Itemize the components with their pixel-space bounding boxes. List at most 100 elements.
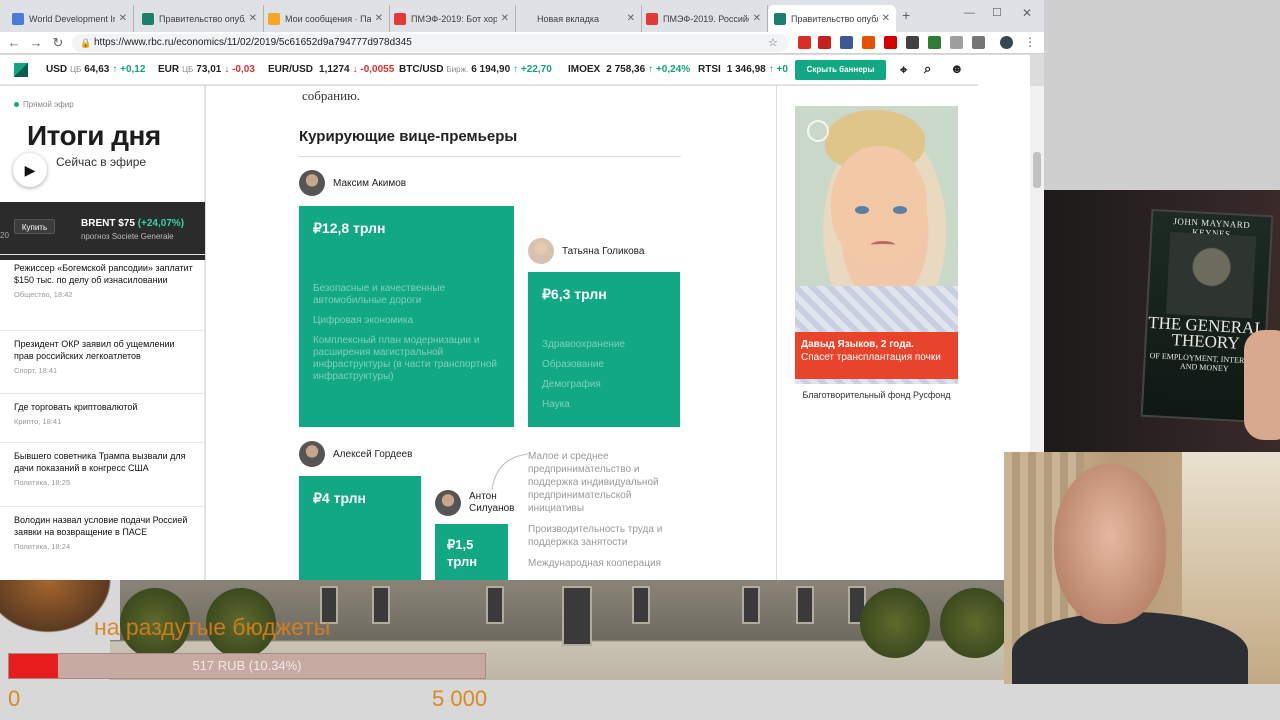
- project-item: Демография: [542, 379, 601, 390]
- browser-tab[interactable]: ПМЭФ-2019: Бот хорс ✕: [388, 5, 516, 32]
- ticker-change: ↓ -0,0055: [352, 64, 395, 75]
- brent-price: BRENT $75: [81, 218, 135, 229]
- tab-close-icon[interactable]: ✕: [753, 13, 761, 24]
- browser-tab[interactable]: Мои сообщения · Па ✕: [262, 5, 390, 32]
- browser-tab[interactable]: ПМЭФ-2019. Российс ✕: [640, 5, 768, 32]
- reload-icon[interactable]: ↻: [50, 35, 66, 51]
- new-tab-button[interactable]: +: [902, 7, 910, 23]
- user-icon[interactable]: ☻: [950, 61, 964, 76]
- door-shape: [562, 586, 592, 646]
- connector-line: [491, 453, 529, 491]
- url-input[interactable]: 🔒 https://www.rbc.ru/economics/11/02/201…: [72, 34, 788, 52]
- tab-close-icon[interactable]: ✕: [375, 13, 383, 24]
- tab-title: Правительство опубл: [159, 13, 245, 24]
- window-maximize-button[interactable]: ☐: [992, 6, 1002, 19]
- progress-max-label: 5 000: [432, 686, 488, 711]
- stream-caption: на раздутые бюджеты: [94, 614, 331, 640]
- extension-icon[interactable]: [798, 36, 811, 49]
- news-title: Бывшего советника Трампа вызвали для дач…: [14, 451, 186, 473]
- project-list: Безопасные и качественные автомобильные …: [313, 283, 500, 383]
- browser-tab[interactable]: Правительство опубл ✕: [136, 5, 264, 32]
- ad-caption[interactable]: Давыд Языков, 2 года. Спасет транспланта…: [795, 332, 958, 379]
- news-item[interactable]: Где торговать криптовалютой Крипто, 18:41: [14, 401, 194, 428]
- extension-icon[interactable]: [950, 36, 963, 49]
- news-item[interactable]: Володин назвал условие подачи Россией за…: [14, 514, 194, 553]
- tab-close-icon[interactable]: ✕: [882, 13, 890, 24]
- tab-close-icon[interactable]: ✕: [249, 13, 257, 24]
- tab-favicon-icon: [646, 12, 658, 25]
- hide-banners-button[interactable]: Скрыть баннеры: [795, 60, 886, 80]
- news-divider: [0, 330, 205, 331]
- ticker-item[interactable]: EUR/USD 1,1274 ↓ -0,0055: [268, 64, 397, 75]
- news-title: Где торговать криптовалютой: [14, 402, 138, 412]
- live-title[interactable]: Итоги дня: [27, 120, 161, 152]
- fund-logo-icon: [807, 120, 829, 142]
- ticker-item[interactable]: BTC/USD Бирж. 6 194,90 ↑ +22,70: [399, 64, 555, 75]
- window-minimize-button[interactable]: —: [964, 7, 975, 19]
- ticker-name: IMOEX: [568, 64, 601, 75]
- project-item: Цифровая экономика: [313, 315, 414, 326]
- budget-amount: ₽4 трлн: [313, 490, 366, 506]
- play-button[interactable]: ▶: [13, 153, 47, 187]
- tab-close-icon[interactable]: ✕: [627, 13, 635, 24]
- profile-avatar[interactable]: [1000, 36, 1013, 49]
- news-meta: Общество, 18:42: [14, 290, 73, 299]
- extension-icon[interactable]: [840, 36, 853, 49]
- browser-tab[interactable]: World Development Ind ✕: [6, 5, 134, 32]
- streamer-body: [1012, 612, 1248, 684]
- extension-icon[interactable]: [906, 36, 919, 49]
- news-title: Володин назвал условие подачи Россией за…: [14, 515, 188, 537]
- news-item[interactable]: Режиссер «Богемской рапсодии» заплатит $…: [14, 262, 194, 301]
- tab-close-icon[interactable]: ✕: [119, 13, 127, 24]
- news-item[interactable]: Президент ОКР заявил об ущемлении прав р…: [14, 338, 194, 377]
- browser-tab[interactable]: Правительство опубл ✕: [768, 5, 896, 32]
- news-title: Режиссер «Богемской рапсодии» заплатит $…: [14, 263, 193, 285]
- ticker-value: 2 758,36: [606, 64, 646, 75]
- streamer-head: [1054, 464, 1166, 624]
- browser-tab[interactable]: Новая вкладка ✕: [514, 5, 642, 32]
- ticker-value: 6 194,90: [471, 64, 511, 75]
- brent-promo[interactable]: 20 Купить BRENT $75 (+24,07%) прогноз So…: [0, 202, 205, 260]
- window-shape: [796, 586, 814, 624]
- tab-close-icon[interactable]: ✕: [501, 13, 509, 24]
- brent-change: (+24,07%): [137, 218, 185, 229]
- ticker-source: ЦБ: [182, 65, 194, 74]
- bookmark-star-icon[interactable]: ☆: [768, 34, 778, 52]
- ad-child-name: Давыд Языков, 2 года.: [801, 339, 914, 350]
- ad-photo-part: [893, 206, 907, 214]
- project-item: Безопасные и качественные автомобильные …: [313, 283, 446, 306]
- ticker-name: RTSI: [698, 64, 721, 75]
- search-icon[interactable]: ⌕: [924, 61, 931, 77]
- ticker-source: ЦБ: [70, 65, 82, 74]
- ticker-value: 64,63: [84, 64, 110, 75]
- ticker-value: 1,1274: [319, 64, 350, 75]
- brent-value: BRENT $75 (+24,07%): [81, 218, 184, 229]
- news-divider: [0, 442, 205, 443]
- news-item[interactable]: Бывшего советника Трампа вызвали для дач…: [14, 450, 194, 489]
- menu-icon[interactable]: ⋮: [1024, 35, 1036, 49]
- buy-button[interactable]: Купить: [14, 219, 55, 234]
- ticker-source: Бирж.: [446, 65, 469, 74]
- extension-icon[interactable]: [884, 36, 897, 49]
- ticker-item[interactable]: RTSI 1 346,98 ↑ +0: [698, 64, 791, 75]
- tab-favicon-icon: [520, 13, 532, 25]
- avatar: [299, 170, 325, 196]
- rbc-logo-icon[interactable]: [14, 63, 28, 77]
- ticker-item[interactable]: USD ЦБ 64,63 ↑ +0,12: [46, 64, 148, 75]
- ad-fund-name[interactable]: Благотворительный фонд Русфонд: [795, 390, 958, 401]
- gmail-icon[interactable]: [818, 36, 831, 49]
- back-icon[interactable]: ←: [6, 35, 22, 50]
- ticker-item[interactable]: EUR ЦБ 73,01 ↓ -0,03: [158, 64, 258, 75]
- tab-favicon-icon: [142, 12, 154, 25]
- extension-icon[interactable]: [972, 36, 985, 49]
- window-close-button[interactable]: ✕: [1022, 6, 1032, 20]
- project-item: Производительность труда и поддержка зан…: [528, 524, 663, 548]
- extension-icon[interactable]: [928, 36, 941, 49]
- ticker-item[interactable]: IMOEX 2 758,36 ↑ +0,24%: [568, 64, 693, 75]
- right-ad-column: Давыд Языков, 2 года. Спасет транспланта…: [777, 86, 1042, 580]
- window-shape: [486, 586, 504, 624]
- extension-icon[interactable]: [862, 36, 875, 49]
- forward-icon[interactable]: →: [28, 35, 44, 50]
- scrollbar-thumb[interactable]: [1033, 152, 1041, 188]
- location-pin-icon[interactable]: ⌖: [900, 62, 907, 78]
